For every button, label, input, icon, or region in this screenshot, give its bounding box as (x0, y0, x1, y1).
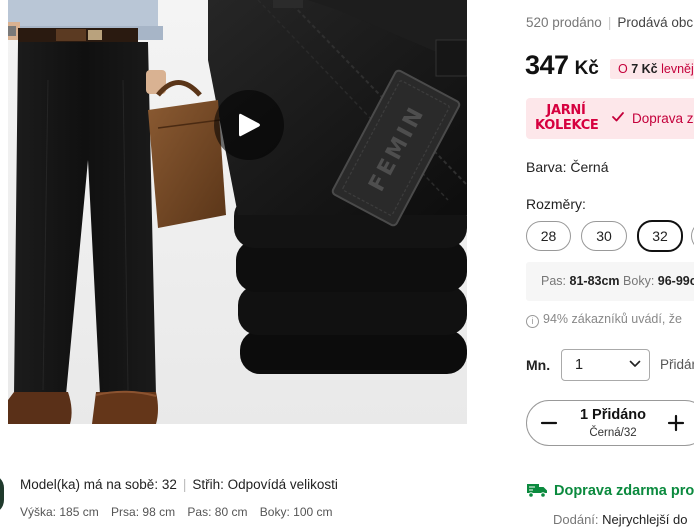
measure-hips-value: 96-99c (657, 274, 694, 288)
truck-icon (527, 484, 547, 498)
promo-text: Doprava z (632, 111, 694, 126)
discount-prefix: O (618, 62, 628, 76)
model-chest: Prsa: 98 cm (111, 505, 176, 519)
model-waist: Pas: 80 cm (187, 505, 248, 519)
fit-info: i 94% zákazníků uvádí, že (526, 312, 682, 328)
sold-count: 520 prodáno (526, 15, 602, 30)
shipping-text: Doprava zdarma pro (554, 483, 694, 499)
separator: | (607, 15, 612, 30)
plus-icon[interactable] (666, 413, 686, 433)
size-measurements: Pas: 81-83cm Boky: 96-99c (526, 262, 694, 301)
measure-waist-value: 81-83cm (569, 274, 620, 288)
promo-logo-line2: KOLEKCE (535, 118, 599, 133)
price: 347 Kč (525, 50, 599, 81)
model-measurements: Výška: 185 cm Prsa: 98 cm Pas: 80 cm Bok… (20, 505, 342, 519)
product-photo: FEMIN (8, 0, 467, 424)
added-variant: Černá/32 (589, 427, 637, 439)
quantity-value: 1 (575, 357, 584, 373)
sales-info: 520 prodáno | Prodává obc (526, 15, 693, 30)
model-info: Model(ka) má na sobě: 32 | Střih: Odpovídá… (20, 477, 338, 492)
price-currency: Kč (574, 58, 599, 79)
price-amount: 347 (525, 50, 569, 80)
size-option-28[interactable]: 28 (526, 221, 571, 251)
added-count: 1 Přidáno (579, 407, 647, 423)
delivery-info: Dodání: Nejrychlejší do (553, 512, 687, 527)
sizes-label: Rozměry: (526, 196, 586, 212)
delivery-value: Nejrychlejší do (602, 512, 688, 527)
discount-suffix: levnějš (661, 62, 694, 76)
info-icon: i (526, 315, 539, 328)
size-option-30[interactable]: 30 (581, 221, 627, 251)
fit-info-text: 94% zákazníků uvádí, že (543, 312, 682, 326)
free-shipping[interactable]: Doprava zdarma pro (526, 482, 694, 499)
measure-waist-label: Pas: (541, 274, 567, 288)
separator: | (182, 477, 187, 492)
discount-value: 7 Kč (631, 62, 658, 76)
play-video-button[interactable] (214, 90, 284, 160)
play-icon (239, 113, 260, 137)
measure-hips-label: Boky: (623, 274, 655, 288)
minus-icon[interactable] (539, 413, 559, 433)
model-fit: Střih: Odpovídá velikosti (192, 477, 338, 492)
model-hips: Boky: 100 cm (259, 505, 333, 519)
model-height: Výška: 185 cm (20, 505, 99, 519)
quantity-label: Mn. (526, 357, 551, 373)
promo-banner[interactable]: JARNÍ KOLEKCE Doprava z (526, 98, 694, 139)
quantity-side-text: Přidán (660, 357, 694, 372)
discount-badge: O 7 Kč levnějš (610, 59, 694, 79)
check-icon (612, 112, 624, 122)
product-gallery[interactable]: FEMIN (8, 0, 467, 424)
measure-text: Pas: 81-83cm Boky: 96-99c (541, 274, 694, 288)
delivery-label: Dodání: (553, 512, 599, 527)
chevron-down-icon (629, 360, 641, 367)
store-link[interactable]: Prodává obc (617, 15, 693, 30)
model-worn-size: Model(ka) má na sobě: 32 (20, 477, 177, 492)
color-label: Barva: Černá (526, 159, 609, 175)
store-avatar[interactable] (0, 474, 4, 514)
spring-collection-logo: JARNÍ KOLEKCE (535, 103, 599, 133)
quantity-select[interactable]: 1 (561, 349, 650, 381)
cart-quantity-stepper: 1 Přidáno Černá/32 (526, 400, 694, 446)
size-option-32[interactable]: 32 (637, 220, 683, 252)
promo-logo-line1: JARNÍ (546, 103, 586, 118)
